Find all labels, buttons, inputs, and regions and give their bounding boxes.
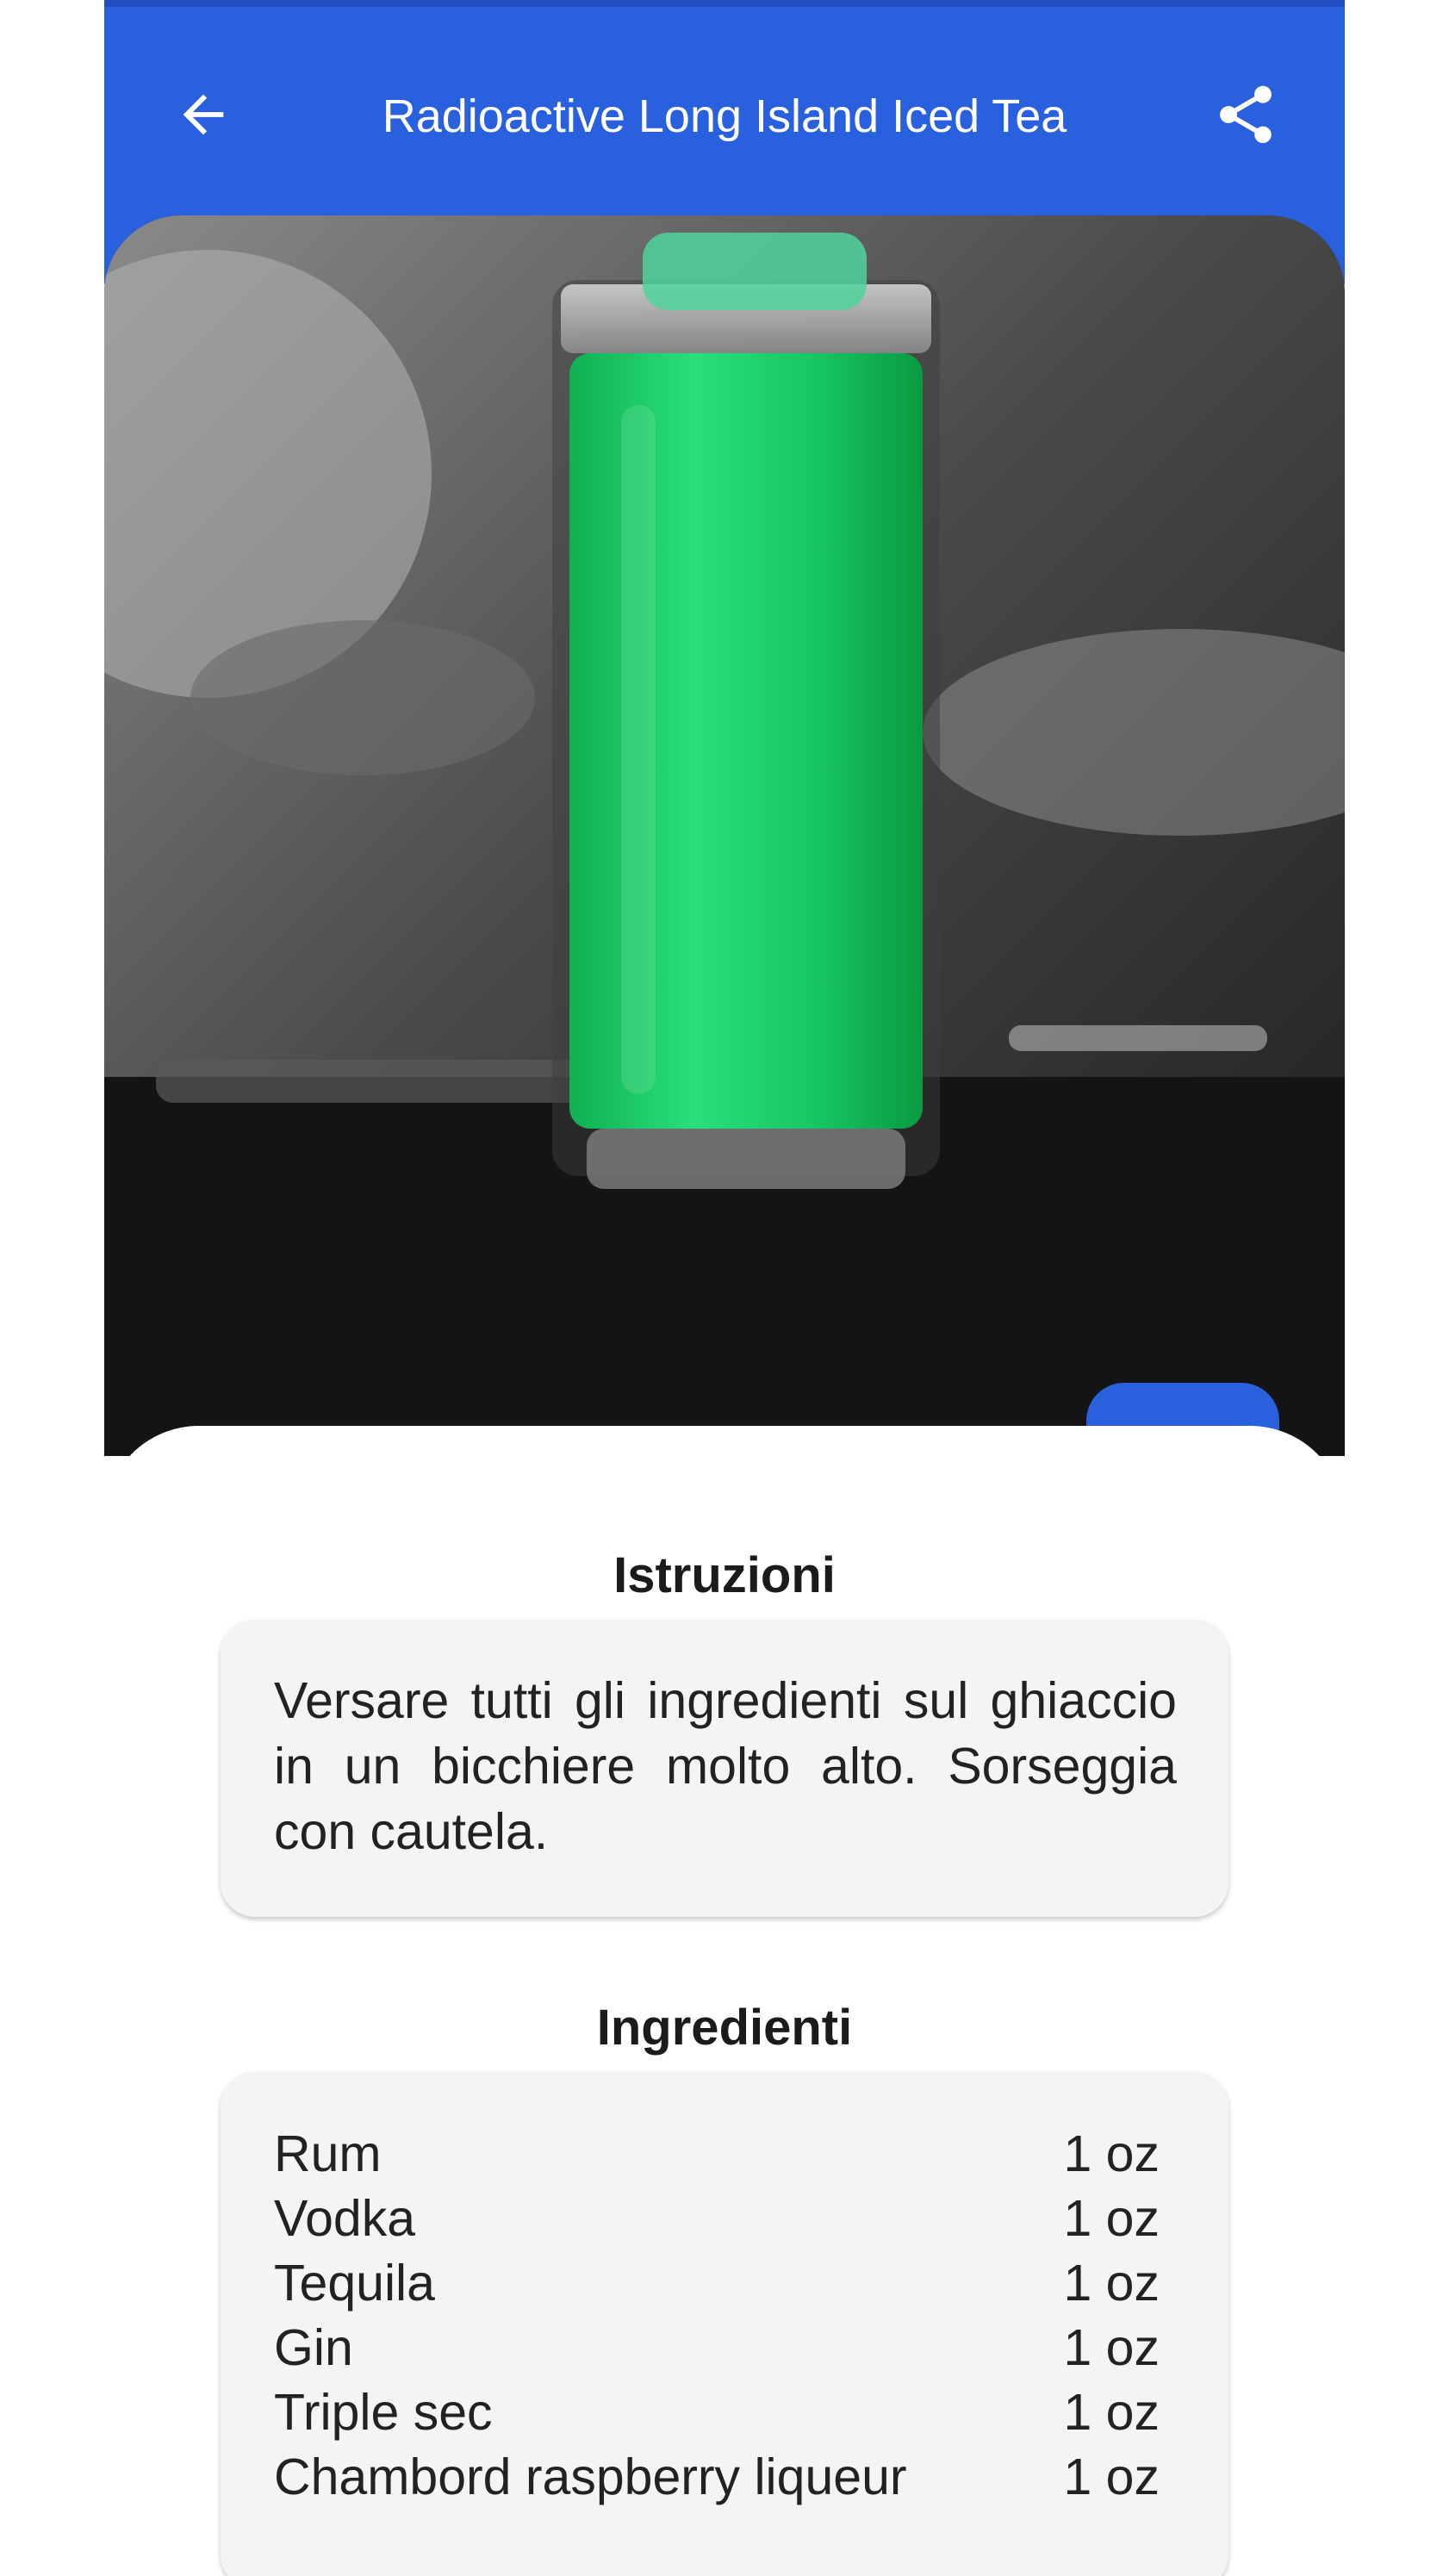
ingredient-row: Rum 1 oz xyxy=(274,2122,1160,2187)
share-button[interactable] xyxy=(1198,67,1293,162)
ingredient-qty: 1 oz xyxy=(1063,2319,1160,2376)
ingredients-heading: Ingredienti xyxy=(596,2000,853,2056)
ingredient-qty: 1 oz xyxy=(1063,2255,1160,2312)
ingredient-name: Gin xyxy=(274,2319,353,2376)
recipe-screen: Radioactive Long Island Iced Tea Istruzi… xyxy=(104,0,1345,2576)
ingredient-name: Rum xyxy=(274,2125,382,2182)
ingredient-qty: 1 oz xyxy=(1063,2448,1160,2505)
ingredient-qty: 1 oz xyxy=(1063,2125,1160,2182)
ingredient-row: Triple sec 1 oz xyxy=(274,2380,1160,2445)
ingredient-name: Vodka xyxy=(274,2190,416,2247)
share-icon xyxy=(1220,85,1272,144)
instructions-card: Versare tutti gli ingredienti sul ghiacc… xyxy=(221,1620,1228,1917)
ingredient-qty: 1 oz xyxy=(1063,2384,1160,2441)
ingredient-name: Triple sec xyxy=(274,2384,493,2441)
ingredients-card: Rum 1 oz Vodka 1 oz Tequila 1 oz Gin 1 o… xyxy=(221,2072,1228,2576)
arrow-left-icon xyxy=(183,94,224,135)
back-button[interactable] xyxy=(156,67,251,162)
details-sheet: Istruzioni Versare tutti gli ingredienti… xyxy=(104,1426,1345,2576)
cocktail-image xyxy=(104,215,1345,1456)
ingredient-qty: 1 oz xyxy=(1063,2190,1160,2247)
ingredient-row: Gin 1 oz xyxy=(274,2316,1160,2380)
ingredient-row: Chambord raspberry liqueur 1 oz xyxy=(274,2445,1160,2510)
page-title: Radioactive Long Island Iced Tea xyxy=(382,90,1067,142)
instructions-text: Versare tutti gli ingredienti sul ghiacc… xyxy=(274,1672,1177,1860)
instructions-heading: Istruzioni xyxy=(613,1547,836,1603)
ingredient-row: Vodka 1 oz xyxy=(274,2187,1160,2251)
ingredient-name: Chambord raspberry liqueur xyxy=(274,2448,907,2505)
ingredient-row: Tequila 1 oz xyxy=(274,2251,1160,2316)
ingredient-name: Tequila xyxy=(274,2255,435,2312)
